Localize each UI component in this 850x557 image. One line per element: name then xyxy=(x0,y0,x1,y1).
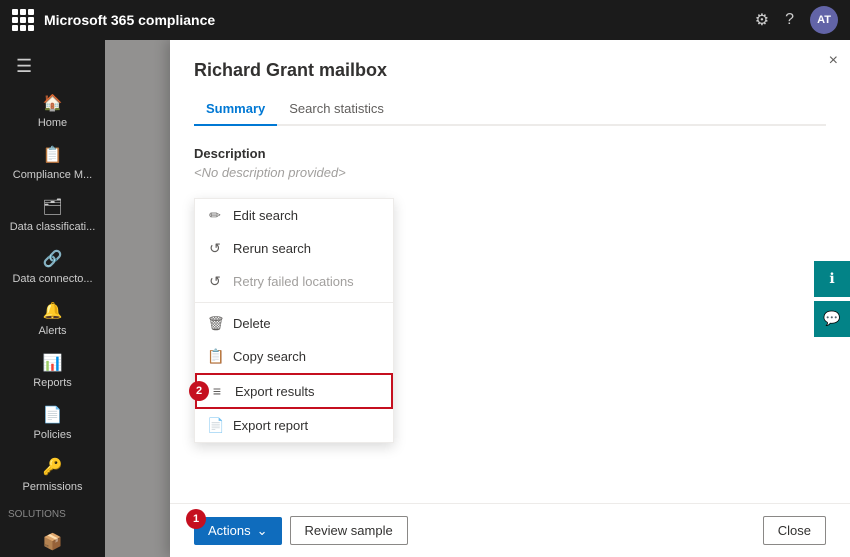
dropdown-export-results[interactable]: 2 ≡ Export results xyxy=(195,373,393,409)
export-report-icon: 📄 xyxy=(207,417,223,434)
close-panel-button[interactable]: Close xyxy=(763,516,826,545)
sidebar-item-alerts[interactable]: 🔔 Alerts xyxy=(0,293,105,345)
copy-icon: 📋 xyxy=(207,348,223,365)
dropdown-item-label: Retry failed locations xyxy=(233,274,354,289)
side-action-buttons: ℹ 💬 xyxy=(814,261,850,337)
alerts-icon: 🔔 xyxy=(43,301,63,321)
export-results-icon: ≡ xyxy=(209,383,225,399)
detail-panel: × Richard Grant mailbox Summary Search s… xyxy=(170,40,850,557)
dropdown-delete[interactable]: 🗑 Delete xyxy=(195,307,393,340)
panel-title: Richard Grant mailbox xyxy=(194,60,826,81)
description-field: Description <No description provided> xyxy=(194,146,826,180)
dropdown-item-label: Export report xyxy=(233,418,308,433)
sidebar-item-policies[interactable]: 📄 Policies xyxy=(0,397,105,449)
actions-chevron-icon: ⌄ xyxy=(257,523,268,539)
app-grid-icon[interactable] xyxy=(12,9,34,31)
sidebar-item-catalog[interactable]: 📦 Catalog xyxy=(0,524,105,557)
sidebar-item-label: Policies xyxy=(34,429,72,441)
dropdown-copy-search[interactable]: 📋 Copy search xyxy=(195,340,393,373)
topbar-icons: ⚙ ? AT xyxy=(755,6,838,34)
sidebar-item-reports[interactable]: 📊 Reports xyxy=(0,345,105,397)
home-icon: 🏠 xyxy=(43,93,63,113)
dropdown-item-label: Rerun search xyxy=(233,241,311,256)
description-value: <No description provided> xyxy=(194,165,826,180)
tab-summary[interactable]: Summary xyxy=(194,93,277,126)
solutions-section-label: Solutions xyxy=(0,501,105,524)
sidebar-item-compliance[interactable]: 📋 Compliance M... xyxy=(0,137,105,189)
actions-dropdown-menu: ✏ Edit search ↺ Rerun search ↺ Retry fai… xyxy=(194,198,394,443)
dropdown-export-report[interactable]: 📄 Export report xyxy=(195,409,393,442)
dropdown-edit-search[interactable]: ✏ Edit search xyxy=(195,199,393,232)
policies-icon: 📄 xyxy=(43,405,63,425)
badge-2: 2 xyxy=(189,381,209,401)
sidebar-item-home[interactable]: 🏠 Home xyxy=(0,85,105,137)
app-title: Microsoft 365 compliance xyxy=(44,12,745,28)
user-avatar[interactable]: AT xyxy=(810,6,838,34)
panel-close-button[interactable]: × xyxy=(829,52,838,70)
main-layout: ☰ 🏠 Home 📋 Compliance M... 🗂 Data classi… xyxy=(0,40,850,557)
actions-button[interactable]: 1 Actions ⌄ xyxy=(194,517,282,545)
review-sample-button[interactable]: Review sample xyxy=(290,516,408,545)
permissions-icon: 🔑 xyxy=(43,457,63,477)
actions-button-label: Actions xyxy=(208,523,251,538)
retry-icon: ↺ xyxy=(207,273,223,290)
sidebar-item-label: Home xyxy=(38,117,67,129)
dropdown-item-label: Edit search xyxy=(233,208,298,223)
sidebar-item-label: Data connecto... xyxy=(12,273,92,285)
data-connectors-icon: 🔗 xyxy=(43,249,63,269)
dropdown-item-label: Delete xyxy=(233,316,271,331)
reports-icon: 📊 xyxy=(43,353,63,373)
help-icon[interactable]: ? xyxy=(785,11,794,29)
compliance-icon: 📋 xyxy=(43,145,63,165)
edit-icon: ✏ xyxy=(207,207,223,224)
sidebar-item-label: Compliance M... xyxy=(13,169,92,181)
dropdown-divider-1 xyxy=(195,302,393,303)
topbar: Microsoft 365 compliance ⚙ ? AT xyxy=(0,0,850,40)
catalog-icon: 📦 xyxy=(43,532,63,552)
panel-body: Description <No description provided> La… xyxy=(170,126,850,503)
side-action-info[interactable]: ℹ xyxy=(814,261,850,297)
panel-tabs: Summary Search statistics xyxy=(194,93,826,126)
data-classification-icon: 🗂 xyxy=(42,197,62,217)
badge-1: 1 xyxy=(186,509,206,529)
sidebar-hamburger[interactable]: ☰ xyxy=(0,48,105,85)
rerun-icon: ↺ xyxy=(207,240,223,257)
dropdown-item-label: Export results xyxy=(235,384,314,399)
sidebar-item-label: Alerts xyxy=(38,325,66,337)
sidebar-item-permissions[interactable]: 🔑 Permissions xyxy=(0,449,105,501)
sidebar-item-label: Data classificati... xyxy=(10,221,96,233)
modal-overlay: ℹ 💬 × Richard Grant mailbox Summary Sear… xyxy=(105,40,850,557)
dropdown-item-label: Copy search xyxy=(233,349,306,364)
description-label: Description xyxy=(194,146,826,161)
content-area: ℹ 💬 × Richard Grant mailbox Summary Sear… xyxy=(105,40,850,557)
delete-icon: 🗑 xyxy=(207,315,223,332)
dropdown-retry-failed: ↺ Retry failed locations xyxy=(195,265,393,298)
settings-icon[interactable]: ⚙ xyxy=(755,10,769,30)
sidebar-item-label: Permissions xyxy=(23,481,83,493)
sidebar-item-label: Reports xyxy=(33,377,72,389)
tab-search-statistics[interactable]: Search statistics xyxy=(277,93,396,126)
dropdown-rerun-search[interactable]: ↺ Rerun search xyxy=(195,232,393,265)
panel-footer: 1 Actions ⌄ Review sample Close xyxy=(170,503,850,557)
sidebar: ☰ 🏠 Home 📋 Compliance M... 🗂 Data classi… xyxy=(0,40,105,557)
side-action-chat[interactable]: 💬 xyxy=(814,301,850,337)
sidebar-item-data-classification[interactable]: 🗂 Data classificati... xyxy=(0,189,105,241)
sidebar-item-data-connectors[interactable]: 🔗 Data connecto... xyxy=(0,241,105,293)
panel-header: Richard Grant mailbox Summary Search sta… xyxy=(170,40,850,126)
